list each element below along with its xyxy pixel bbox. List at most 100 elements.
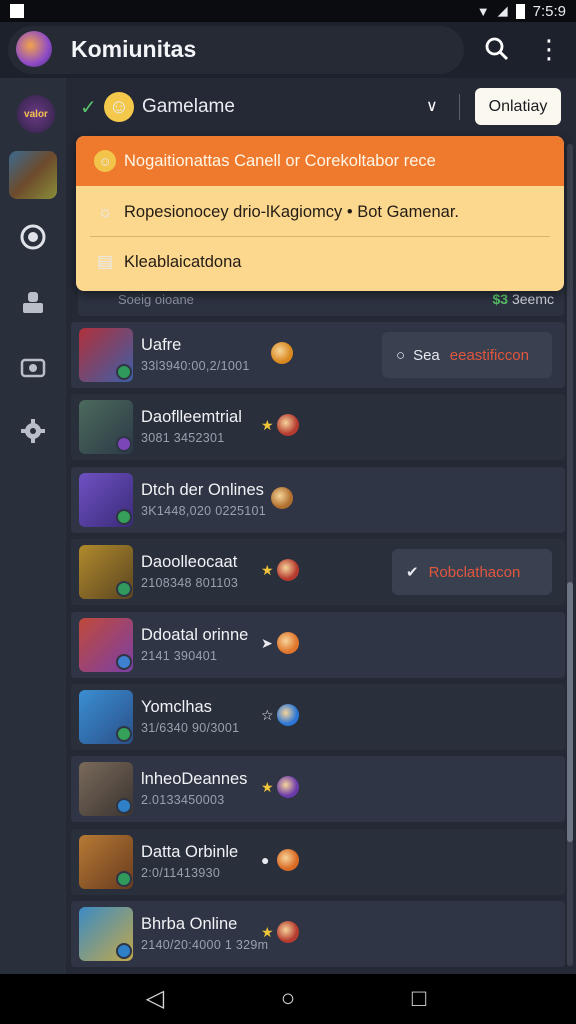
status-badge	[116, 436, 132, 452]
rank-mark-icon: ➤	[261, 635, 273, 651]
camera-icon	[20, 358, 46, 378]
action-label: Sea	[413, 346, 440, 364]
rank-mark-icon: ★	[261, 417, 274, 433]
player-card[interactable]: Daoolleocaat 2108348 801103 ★ ✔ Robclathacon	[71, 539, 565, 605]
rank-mark-icon: ★	[261, 924, 274, 940]
player-card[interactable]: Daoflleemtrial 3081 3452301 ★	[71, 394, 565, 460]
action-tag: eeastificcon	[449, 346, 529, 364]
game-glyph-icon	[277, 704, 299, 726]
check-icon: ✔	[406, 564, 419, 581]
status-badge	[116, 509, 132, 525]
emoji-icon: ☺	[94, 150, 116, 172]
status-badge	[116, 581, 132, 597]
game-glyph-icon	[277, 776, 299, 798]
page-title: Komiunitas	[71, 36, 197, 62]
status-badge	[116, 654, 132, 670]
status-right: ▼ ◢ 7:5:9	[477, 3, 566, 20]
peek-left-text: Soeig oioane	[118, 292, 194, 307]
game-glyph-icon	[271, 342, 293, 364]
rail-item-camera[interactable]	[8, 342, 58, 392]
status-time: 7:5:9	[532, 2, 566, 20]
player-card[interactable]: Datta Orbinle 2:0/11413930 ●	[71, 829, 565, 895]
back-icon[interactable]: ◁	[140, 984, 170, 1014]
dropdown-item-1[interactable]: ☼ Ropesionocey drio-lKagiomcy • Bot Game…	[76, 200, 564, 224]
app-bar: Komiunitas ⋮	[0, 22, 576, 78]
status-badge	[116, 943, 132, 959]
player-card[interactable]: lnheoDeannes 2.0133450003 ★	[71, 756, 565, 822]
rail-item-person[interactable]	[8, 277, 58, 327]
player-card[interactable]: Uafre 33l3940:00,2/1001 ○ Sea eeastificcon	[71, 322, 565, 388]
game-glyph-icon	[277, 559, 299, 581]
player-card[interactable]: Yomclhas 31/6340 90/3001 ☆	[71, 684, 565, 750]
player-subtext: 2141 390401	[141, 649, 218, 663]
dropdown-item-1-text: Ropesionocey drio-lKagiomcy • Bot Gamena…	[124, 202, 460, 221]
settings-icon	[21, 419, 45, 443]
peek-right-text: $3 3eemc	[493, 291, 555, 307]
player-name: Daoolleocaat	[141, 553, 238, 571]
player-name: Ddoatal orinne	[141, 626, 249, 644]
gallery-notification-icon	[10, 4, 24, 18]
player-name: Daoflleemtrial	[141, 408, 242, 426]
player-subtext: 2140/20:4000 1 329m	[141, 938, 269, 952]
circle-icon	[20, 224, 46, 250]
player-subtext: 2.0133450003	[141, 793, 225, 807]
list-icon: ▤	[96, 252, 114, 271]
valor-logo: valor	[17, 95, 55, 133]
scrollbar-thumb[interactable]	[567, 582, 573, 842]
player-subtext: 33l3940:00,2/1001	[141, 359, 250, 373]
divider	[459, 94, 460, 120]
more-vert-icon[interactable]: ⋮	[536, 34, 562, 64]
profile-avatar[interactable]	[16, 31, 52, 67]
dropdown-item-2-text: Kleablaicatdona	[124, 252, 242, 271]
player-card[interactable]: Dtch der Onlines 3K1448,020 0225101	[71, 467, 565, 533]
smiley-icon: ☺	[104, 92, 134, 122]
game-glyph-icon	[277, 414, 299, 436]
game-glyph-icon	[271, 487, 293, 509]
rail-item-settings[interactable]	[8, 406, 58, 456]
action-tag: Robclathacon	[428, 563, 521, 581]
avatar-thumb-image	[9, 151, 57, 199]
player-subtext: 3081 3452301	[141, 431, 225, 445]
rank-mark-icon: ★	[261, 779, 274, 795]
player-subtext: 2108348 801103	[141, 576, 239, 590]
main-panel: ✓ ☺ Gamelame ∨ Onlatiay Soeig oioane $3 …	[66, 78, 576, 974]
dropdown-header-item[interactable]: ☺ Nogaitionattas Canell or Corekoltabor …	[76, 150, 564, 172]
game-glyph-icon	[277, 849, 299, 871]
dropdown-header-text: Nogaitionattas Canell or Corekoltabor re…	[124, 151, 436, 170]
search-icon[interactable]	[484, 36, 512, 64]
chevron-down-icon[interactable]: ∨	[426, 96, 438, 116]
chevron-left-icon[interactable]: ✓	[80, 95, 97, 120]
rail-logo[interactable]: valor	[8, 86, 58, 136]
online-button[interactable]: Onlatiay	[475, 88, 561, 125]
player-name: Datta Orbinle	[141, 843, 239, 861]
player-action-button[interactable]: ○ Sea eeastificcon	[382, 332, 552, 378]
scrollbar[interactable]	[567, 144, 573, 966]
system-nav-bar: ◁ ○ □	[0, 974, 576, 1024]
status-badge	[116, 726, 132, 742]
game-glyph-icon	[277, 632, 299, 654]
rail-avatar-thumb[interactable]	[8, 150, 58, 200]
player-card[interactable]: Ddoatal orinne 2141 390401 ➤	[71, 612, 565, 678]
signal-icon: ◢	[497, 3, 508, 18]
player-subtext: 3K1448,020 0225101	[141, 504, 266, 518]
rail-item-circle[interactable]	[8, 212, 58, 262]
player-name: lnheoDeannes	[141, 770, 248, 788]
filter-label: Gamelame	[142, 96, 235, 117]
dropdown-item-2[interactable]: ▤ Kleablaicatdona	[76, 250, 564, 274]
peek-right-prefix: $3	[492, 291, 509, 307]
status-badge	[116, 871, 132, 887]
player-action-button[interactable]: ✔ Robclathacon	[392, 549, 552, 595]
player-name: Dtch der Onlines	[141, 481, 264, 499]
player-subtext: 2:0/11413930	[141, 866, 221, 880]
player-card[interactable]: Bhrba Online 2140/20:4000 1 329m ★	[71, 901, 565, 967]
game-glyph-icon	[277, 921, 299, 943]
home-icon[interactable]: ○	[273, 984, 303, 1014]
rank-mark-icon: ☆	[261, 707, 274, 723]
battery-icon	[515, 3, 525, 19]
recents-icon[interactable]: □	[404, 984, 434, 1014]
player-name: Yomclhas	[141, 698, 212, 716]
peek-right-value: 3eemc	[511, 291, 554, 307]
wifi-icon: ▼	[476, 3, 490, 19]
dropdown-divider	[90, 236, 550, 237]
status-badge	[116, 364, 132, 380]
